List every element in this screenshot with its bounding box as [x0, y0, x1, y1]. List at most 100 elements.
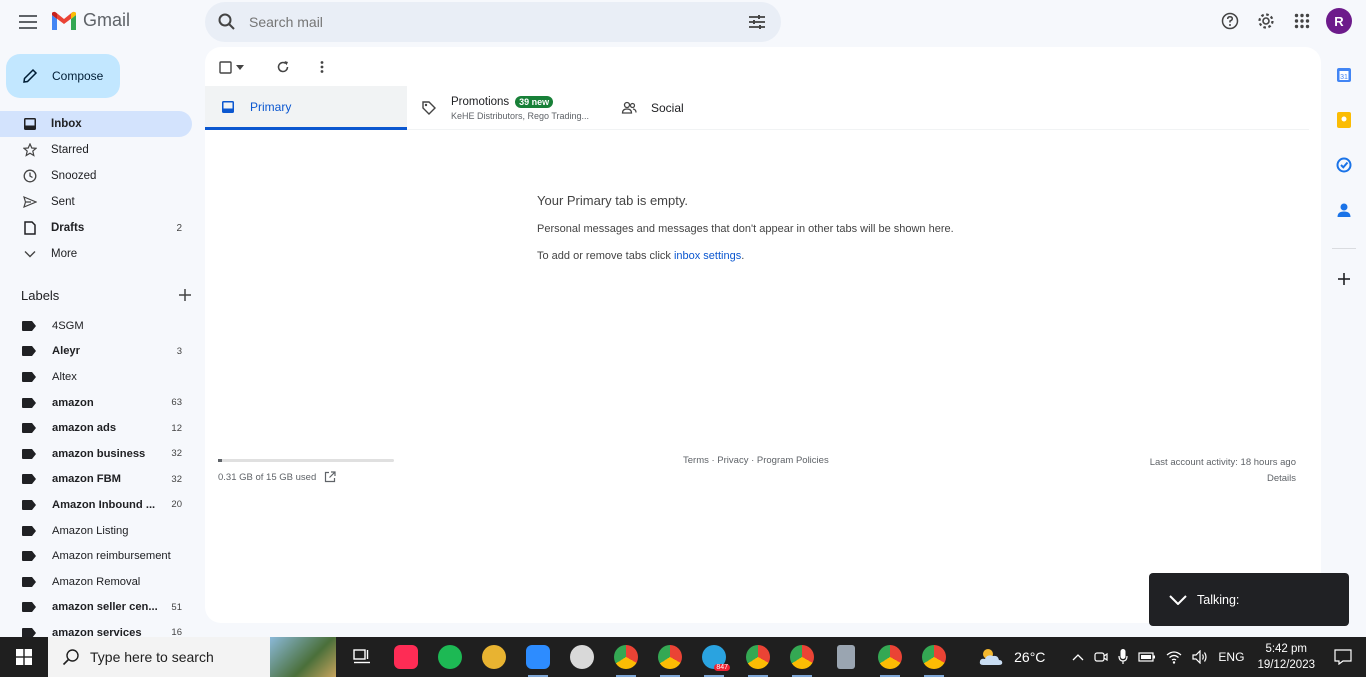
input-language[interactable]: ENG — [1218, 650, 1244, 664]
tab-primary[interactable]: Primary — [205, 86, 407, 130]
label-item[interactable]: Amazon Listing — [0, 518, 200, 544]
clock-date: 19/12/2023 — [1257, 659, 1315, 671]
nav-item-starred[interactable]: Starred — [0, 137, 200, 163]
search-highlight-image — [270, 637, 336, 677]
weather-cloud-icon[interactable] — [978, 647, 1004, 667]
zoom-app-icon[interactable] — [516, 637, 560, 677]
label-item[interactable]: Amazon Inbound ... 20 — [0, 492, 200, 518]
people-icon — [621, 101, 637, 114]
windows-start-icon[interactable] — [0, 637, 48, 677]
taskbar-search[interactable]: Type here to search — [48, 637, 336, 677]
label-tag-icon — [22, 371, 36, 382]
select-all-checkbox[interactable] — [219, 60, 244, 74]
gmail-logo[interactable]: Gmail — [51, 10, 130, 31]
draft-file-icon — [22, 220, 38, 236]
label-item[interactable]: amazon ads 12 — [0, 415, 200, 441]
calendar-icon[interactable]: 31 — [1324, 52, 1364, 97]
tab-promotions[interactable]: Promotions 39 new KeHE Distributors, Reg… — [407, 86, 617, 130]
compose-label: Compose — [52, 69, 104, 83]
talking-toast[interactable]: Talking: — [1149, 573, 1349, 626]
side-panel: 31 — [1324, 52, 1364, 293]
calculator-app-icon[interactable] — [824, 637, 868, 677]
nav-item-inbox[interactable]: Inbox — [0, 111, 192, 137]
storage-meter — [218, 459, 394, 462]
nav-item-more[interactable]: More — [0, 241, 200, 267]
weather-temperature[interactable]: 26°C — [1014, 649, 1045, 665]
chrome-app-icon[interactable] — [604, 637, 648, 677]
open-external-icon[interactable] — [324, 471, 336, 483]
task-view-icon[interactable] — [340, 637, 384, 677]
search-input[interactable] — [249, 14, 719, 30]
mail-toolbar — [219, 57, 324, 77]
search-icon — [62, 649, 79, 666]
chrome-profile-r-icon[interactable] — [912, 637, 956, 677]
add-label-plus-icon[interactable] — [179, 289, 191, 301]
wifi-icon[interactable] — [1166, 650, 1182, 664]
chevron-down-icon — [22, 246, 38, 262]
labels-header: Labels — [21, 285, 191, 305]
tiktok-app-icon[interactable] — [384, 637, 428, 677]
label-item[interactable]: Altex — [0, 364, 200, 390]
taskbar-apps: 847 — [340, 637, 956, 677]
main-menu-icon[interactable] — [14, 10, 42, 34]
nav-item-sent[interactable]: Sent — [0, 189, 200, 215]
label-item[interactable]: Amazon Removal — [0, 569, 200, 595]
inbox-icon — [22, 116, 38, 132]
label-item[interactable]: amazon business 32 — [0, 441, 200, 467]
chrome-profile-m2-icon[interactable] — [780, 637, 824, 677]
taskbar-clock[interactable]: 5:42 pm 19/12/2023 — [1257, 641, 1315, 673]
label-item[interactable]: amazon 63 — [0, 390, 200, 416]
battery-icon[interactable] — [1138, 651, 1156, 663]
empty-title: Your Primary tab is empty. — [537, 193, 688, 208]
get-addons-plus-icon[interactable] — [1324, 265, 1364, 293]
microphone-icon[interactable] — [1118, 649, 1129, 665]
meet-now-icon[interactable] — [1094, 650, 1109, 664]
label-item[interactable]: Amazon reimbursement — [0, 543, 200, 569]
label-tag-icon — [22, 346, 36, 357]
compose-button[interactable]: Compose — [6, 54, 120, 98]
system-tray: 26°C ENG 5:42 pm 19/12/2023 — [973, 637, 1366, 677]
inbox-settings-link[interactable]: inbox settings — [674, 250, 741, 262]
label-item[interactable]: Aleyr 3 — [0, 339, 200, 365]
paint-app-icon[interactable] — [560, 637, 604, 677]
tray-chevron-up-icon[interactable] — [1072, 653, 1084, 661]
label-item[interactable]: amazon seller cen... 51 — [0, 595, 200, 621]
chrome-profile-s-icon[interactable] — [868, 637, 912, 677]
contacts-icon[interactable] — [1324, 187, 1364, 232]
notification-center-icon[interactable] — [1334, 649, 1352, 665]
speaker-volume-icon[interactable] — [1192, 650, 1208, 664]
category-tabs: Primary Promotions 39 new KeHE Distribut… — [205, 86, 1309, 130]
chrome-profile-l-icon[interactable] — [648, 637, 692, 677]
chevron-down-icon[interactable] — [1169, 594, 1187, 605]
refresh-icon[interactable] — [276, 60, 290, 74]
search-bar[interactable] — [205, 2, 781, 42]
telegram-app-icon[interactable]: 847 — [692, 637, 736, 677]
keep-notes-icon[interactable] — [1324, 97, 1364, 142]
nav-item-snoozed[interactable]: Snoozed — [0, 163, 200, 189]
settings-gear-icon[interactable] — [1254, 9, 1278, 33]
label-tag-icon — [22, 576, 36, 587]
label-tag-icon — [22, 525, 36, 536]
caret-down-icon — [236, 64, 244, 70]
checkbox-icon — [219, 60, 232, 74]
label-tag-icon — [22, 499, 36, 510]
more-vert-icon[interactable] — [320, 60, 324, 74]
nav-item-drafts[interactable]: Drafts 2 — [0, 215, 200, 241]
taskbar-search-placeholder: Type here to search — [90, 649, 214, 665]
tasks-icon[interactable] — [1324, 142, 1364, 187]
policy-links[interactable]: Terms · Privacy · Program Policies — [683, 455, 829, 466]
search-options-icon[interactable] — [747, 12, 767, 32]
game-app-icon[interactable] — [472, 637, 516, 677]
activity-details-link[interactable]: Details — [1150, 471, 1296, 487]
spotify-app-icon[interactable] — [428, 637, 472, 677]
label-item[interactable]: 4SGM — [0, 313, 200, 339]
label-item[interactable]: amazon FBM 32 — [0, 467, 200, 493]
support-icon[interactable] — [1218, 9, 1242, 33]
search-icon[interactable] — [217, 12, 237, 32]
tab-social[interactable]: Social — [617, 86, 797, 130]
account-avatar[interactable]: R — [1326, 8, 1352, 34]
chrome-profile-m-icon[interactable] — [736, 637, 780, 677]
label-tag-icon — [22, 448, 36, 459]
promotions-label: Promotions — [451, 95, 510, 108]
google-apps-icon[interactable] — [1290, 9, 1314, 33]
